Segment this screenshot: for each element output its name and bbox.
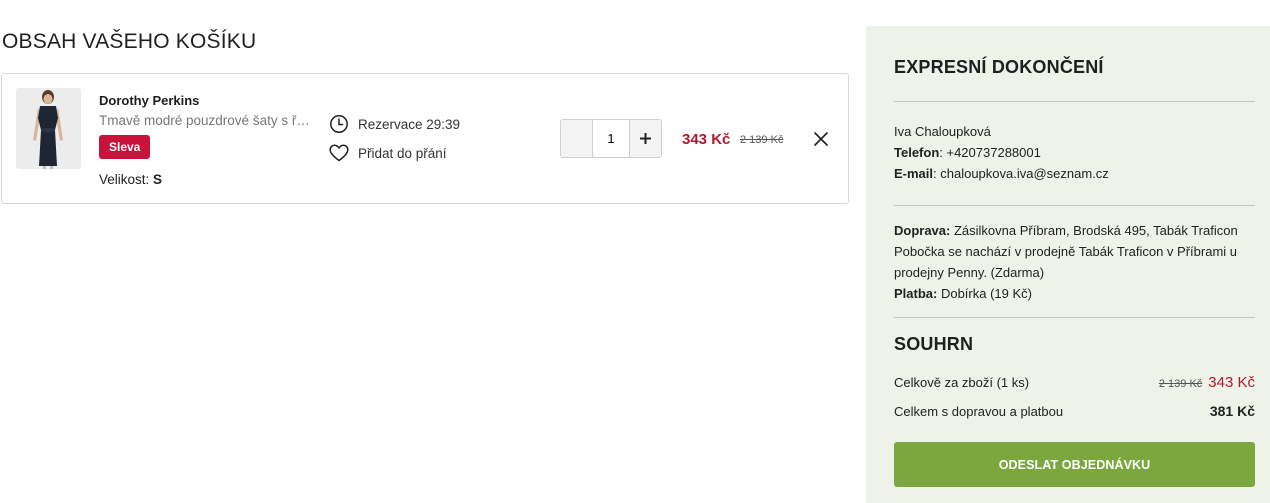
phone-value: : +420737288001 [939,145,1041,160]
payment-label: Platba: [894,286,938,301]
close-icon [814,132,828,146]
goods-original-price: 2 139 Kč [1158,378,1203,390]
product-brand[interactable]: Dorothy Perkins [99,93,199,108]
remove-item-button[interactable] [810,128,832,150]
item-original-price: 2 139 Kč [740,134,784,146]
size-value: S [153,172,163,187]
decrease-quantity-button[interactable] [561,120,593,157]
sale-badge: Sleva [99,135,151,159]
summary-title: SOUHRN [894,334,974,354]
express-title: EXPRESNÍ DOKONČENÍ [894,57,1104,77]
grand-total-row: Celkem s dopravou a platbou 381 Kč [894,403,1255,419]
divider [894,101,1255,102]
goods-prices: 2 139 Kč 343 Kč [1159,374,1255,391]
email-value: : chaloupkova.iva@seznam.cz [933,166,1109,181]
phone-row: Telefon: +420737288001 [894,142,1254,163]
goods-total-row: Celkově za zboží (1 ks) 2 139 Kč 343 Kč [894,374,1255,391]
reservation-label: Rezervace 29:39 [358,116,461,132]
product-description[interactable]: Tmavě modré pouzdrové šaty s řasením [99,113,314,128]
phone-label: Telefon [894,145,940,160]
express-checkout-panel: EXPRESNÍ DOKONČENÍ Iva Chaloupková Telef… [866,26,1270,503]
customer-name: Iva Chaloupková [894,124,991,139]
cart-item: Dorothy Perkins Tmavě modré pouzdrové ša… [1,73,849,204]
payment-value: Dobírka (19 Kč) [937,286,1032,301]
goods-label: Celkově za zboží (1 ks) [894,375,1030,390]
increase-quantity-button[interactable] [629,120,661,157]
goods-price: 343 Kč [1208,374,1255,391]
email-row: E-mail: chaloupkova.iva@seznam.cz [894,163,1254,184]
product-image[interactable] [16,88,81,169]
total-label: Celkem s dopravou a platbou [894,404,1064,419]
clock-icon [329,114,349,134]
size-label: Velikost: [99,172,150,187]
total-value: 381 Kč [1209,403,1255,419]
divider [894,317,1255,318]
page-title: OBSAH VAŠEHO KOŠÍKU [2,30,257,53]
heart-icon [329,144,349,162]
email-label: E-mail [894,166,934,181]
quantity-input[interactable] [593,120,629,157]
add-to-wishlist-button[interactable]: Přidat do přání [329,144,447,162]
product-size: Velikost: S [99,172,162,187]
reservation-timer: Rezervace 29:39 [329,114,460,134]
delivery-info: Doprava: Zásilkovna Příbram, Brodská 495… [894,220,1254,304]
divider [894,205,1255,206]
quantity-stepper [560,119,662,158]
wishlist-label: Přidat do přání [358,145,447,161]
contact-info: Iva Chaloupková Telefon: +420737288001 E… [894,121,1254,184]
item-price: 343 Kč [682,131,731,148]
plus-icon [640,133,651,144]
shipping-row: Doprava: Zásilkovna Příbram, Brodská 495… [894,220,1254,283]
shipping-label: Doprava: [894,223,951,238]
payment-row: Platba: Dobírka (19 Kč) [894,283,1254,304]
submit-order-button[interactable]: ODESLAT OBJEDNÁVKU [894,442,1255,487]
